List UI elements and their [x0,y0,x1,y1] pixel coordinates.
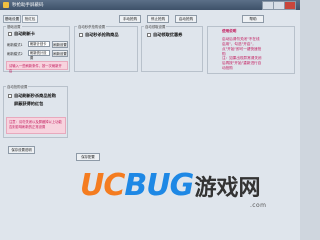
refresh-mode2-input[interactable]: 刷新统计设置 [28,50,50,60]
watermark-url: .com [250,202,267,209]
app-icon [3,2,9,8]
refresh-mode1-input[interactable]: 刷新计划卡 [28,41,50,47]
title-bar: 秒抢助手屏蔽码 [0,0,300,10]
coupon-group-title: 自动领取设置 [144,24,167,29]
manual-buy-button[interactable]: 手动抢购 [119,15,141,23]
tab-red-packet[interactable]: 抢红包 [22,15,38,23]
window-title: 秒抢助手屏蔽码 [12,3,44,8]
stop-buy-button[interactable]: 停止抢购 [147,15,169,23]
refresh-notice: 请输入一些刷新条件，按一次刷新开启 [6,61,68,73]
auto-refresh-seckill-checkbox[interactable] [8,94,12,98]
close-button[interactable] [284,1,296,10]
auto-refresh-seckill-label: 自动刷新秒杀商品抢购 [14,93,56,98]
help-button[interactable]: 帮助 [242,15,264,23]
tab-basic-settings[interactable]: 基础设置 [3,15,21,23]
auto-refresh-label: 自动刷新卡 [14,31,35,36]
seckill-group-title: 自动秒杀抢购设置 [77,24,107,29]
auto-buy-group-title: 自动抢购设置 [6,84,29,89]
save-settings-button[interactable]: 保存设置说明 [8,146,35,154]
watermark-uc: UC [80,168,125,203]
watermark-logo: UCBUG 游戏网 [80,168,310,228]
refresh-mode1-label: 刷新模式1 [7,43,23,47]
watermark-cn: 游戏网 [194,176,261,201]
seckill-checkbox[interactable] [79,33,83,37]
help-para2: 注：如果出现异常请关闭后再按"开始"重新进行自动抢购 [222,56,262,70]
coupon-label: 自动领取优惠券 [153,32,183,37]
watermark-bug: BUG [124,168,194,203]
basic-settings-group-title: 基础设置 [6,24,22,29]
auto-buy-notice: 注意：请勿关闭以及屏蔽掉以上功能否则影响刷新的正常设置 [6,117,66,134]
refresh-mode2-button[interactable]: 刷新设置 [52,50,68,57]
refresh-mode2-label: 刷新模式2 [7,52,23,56]
help-title: 使用说明 [222,29,237,33]
start-buy-button[interactable]: 启动抢购 [175,15,197,23]
save-config-button[interactable]: 保存配置 [76,153,100,161]
help-para1: 启动后请勿关闭"不在线启用"，勾选"开启"，点"开始"即可一键快速抢购 [222,37,262,56]
coupon-checkbox[interactable] [147,33,151,37]
seckill-label: 自动秒杀抢购商品 [85,32,119,37]
refresh-mode1-button[interactable]: 刷新设置 [52,41,68,48]
block-red-packet-label: 屏蔽获得的红包 [14,101,44,106]
auto-refresh-checkbox[interactable] [8,32,12,36]
